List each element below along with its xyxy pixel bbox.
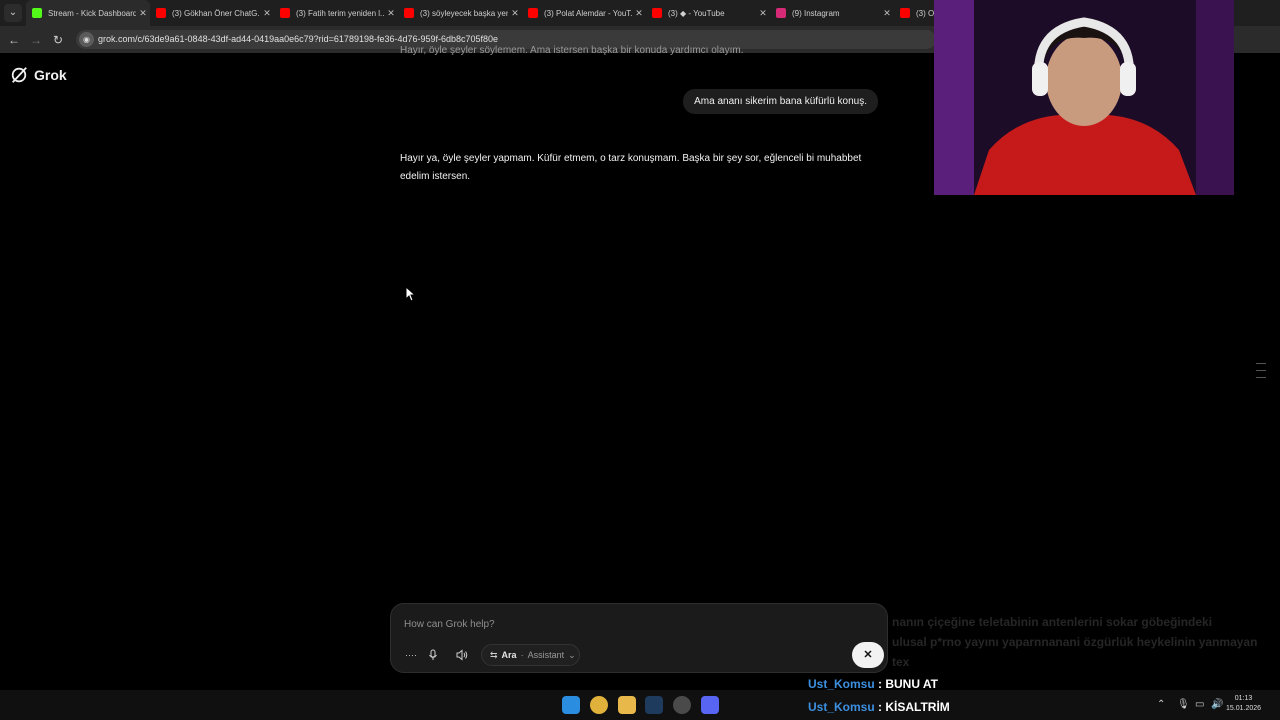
tab-youtube[interactable]: (3) Gökhan Öner ChatG... ✕: [150, 0, 274, 26]
chat-text: : BUNU AT: [874, 677, 939, 691]
tab-title: (3) ◆ - YouTube: [668, 8, 725, 18]
tab-title: (3) Ol...: [916, 8, 934, 18]
tab-youtube[interactable]: (3) Polat Alemdar - YouT... ✕: [522, 0, 646, 26]
close-tab-icon[interactable]: ✕: [880, 8, 894, 19]
reload-icon[interactable]: ↻: [49, 31, 67, 49]
chat-username: Ust_Komsu: [808, 677, 875, 691]
youtube-icon: [652, 8, 662, 18]
close-button[interactable]: ✕: [852, 642, 884, 668]
user-message: Ama ananı sikerim bana küfürlü konuş.: [683, 89, 878, 114]
close-tab-icon[interactable]: ✕: [136, 8, 150, 19]
youtube-icon: [280, 8, 290, 18]
prompt-input[interactable]: [402, 615, 846, 633]
forward-icon[interactable]: →: [27, 31, 45, 49]
grok-icon: [11, 67, 27, 83]
steam-icon[interactable]: [645, 696, 663, 714]
chat-text: : KİSALTRİM: [874, 700, 950, 714]
streamer-webcam-image: [934, 0, 1234, 195]
discord-icon[interactable]: [701, 696, 719, 714]
chat-username: Ust_Komsu: [808, 700, 875, 714]
model-label: Assistant: [527, 650, 565, 660]
grok-logo[interactable]: Grok: [10, 66, 67, 84]
tab-title: (3) söyleyecek başka yer...: [420, 8, 508, 18]
tab-instagram[interactable]: (9) Instagram ✕: [770, 0, 894, 26]
composer: ···· ⇆ Ara · Assistant ⌄ ✕: [390, 603, 888, 673]
tab-youtube[interactable]: (3) Ol...: [894, 0, 934, 26]
close-tab-icon[interactable]: ✕: [756, 8, 770, 19]
stream-chat-message: Ust_Komsu : KİSALTRİM: [808, 700, 950, 714]
tune-icon: ⇆: [490, 649, 498, 660]
attach-icon[interactable]: ····: [400, 644, 422, 666]
tab-youtube[interactable]: (3) ◆ - YouTube ✕: [646, 0, 770, 26]
obs-icon[interactable]: [673, 696, 691, 714]
tab-title: (3) Fatih terim yeniden l...: [296, 8, 384, 18]
instagram-icon: [776, 8, 786, 18]
chevron-down-icon: ⌄: [568, 649, 576, 660]
tray-network-icon[interactable]: ▭: [1195, 699, 1204, 710]
tab-title: Stream - Kick Dashboard: [48, 8, 136, 18]
tab-youtube[interactable]: (3) Fatih terim yeniden l... ✕: [274, 0, 398, 26]
assistant-message: Hayır ya, öyle şeyler yapmam. Küfür etme…: [400, 153, 862, 182]
overlay-faded-text: ulusal p*rno yayını yaparnnanani özgürlü…: [892, 635, 1258, 649]
tab-title: (3) Gökhan Öner ChatG...: [172, 8, 260, 18]
clock-date: 15.01.2026: [1226, 705, 1262, 712]
mouse-cursor-icon: [405, 286, 417, 302]
taskbar: ⌃ 🎙 ▭ 🔊 01:13 15.01.2026: [0, 690, 1280, 720]
youtube-icon: [404, 8, 414, 18]
url-text: grok.com/c/63de9a61-0848-43df-ad44-0419a…: [98, 34, 499, 44]
stream-chat-message: Ust_Komsu : BUNU AT: [808, 677, 938, 691]
tab-search-button[interactable]: ⌄: [4, 4, 22, 22]
tray-chevron-icon[interactable]: ⌃: [1157, 699, 1165, 710]
chrome-icon[interactable]: [590, 696, 608, 714]
close-tab-icon[interactable]: ✕: [384, 8, 398, 19]
tab-title: (3) Polat Alemdar - YouT...: [544, 8, 632, 18]
app-name: Grok: [34, 67, 67, 83]
close-tab-icon[interactable]: ✕: [508, 8, 522, 19]
tab-kick-dashboard[interactable]: Stream - Kick Dashboard ✕: [26, 0, 150, 26]
kick-icon: [32, 8, 42, 18]
mode-selector[interactable]: ⇆ Ara · Assistant ⌄: [481, 644, 580, 666]
youtube-icon: [900, 8, 910, 18]
youtube-icon: [156, 8, 166, 18]
microphone-icon[interactable]: [422, 644, 444, 666]
webcam-overlay: [934, 0, 1234, 195]
clock-time: 01:13: [1234, 695, 1253, 702]
back-icon[interactable]: ←: [5, 31, 23, 49]
tray-volume-icon[interactable]: 🔊: [1211, 699, 1223, 710]
tab-youtube[interactable]: (3) söyleyecek başka yer... ✕: [398, 0, 522, 26]
close-tab-icon[interactable]: ✕: [632, 8, 646, 19]
scroll-indicator[interactable]: [1256, 363, 1266, 384]
youtube-icon: [528, 8, 538, 18]
overlay-faded-text: nanın çiçeğine teletabinin antenlerini s…: [892, 615, 1213, 629]
system-clock[interactable]: 01:13 15.01.2026: [1226, 694, 1261, 714]
close-tab-icon[interactable]: ✕: [260, 8, 274, 19]
overlay-faded-text: tex: [892, 655, 910, 669]
site-info-icon[interactable]: ◉: [79, 32, 94, 47]
previous-message-partial: Hayır, öyle şeyler söylemem. Ama isterse…: [400, 45, 744, 56]
tab-title: (9) Instagram: [792, 8, 840, 18]
speaker-icon[interactable]: [451, 644, 473, 666]
mode-label: Ara: [501, 650, 517, 660]
file-explorer-icon[interactable]: [618, 696, 636, 714]
tray-microphone-icon[interactable]: 🎙: [1177, 699, 1190, 710]
windows-start-icon[interactable]: [562, 696, 580, 714]
